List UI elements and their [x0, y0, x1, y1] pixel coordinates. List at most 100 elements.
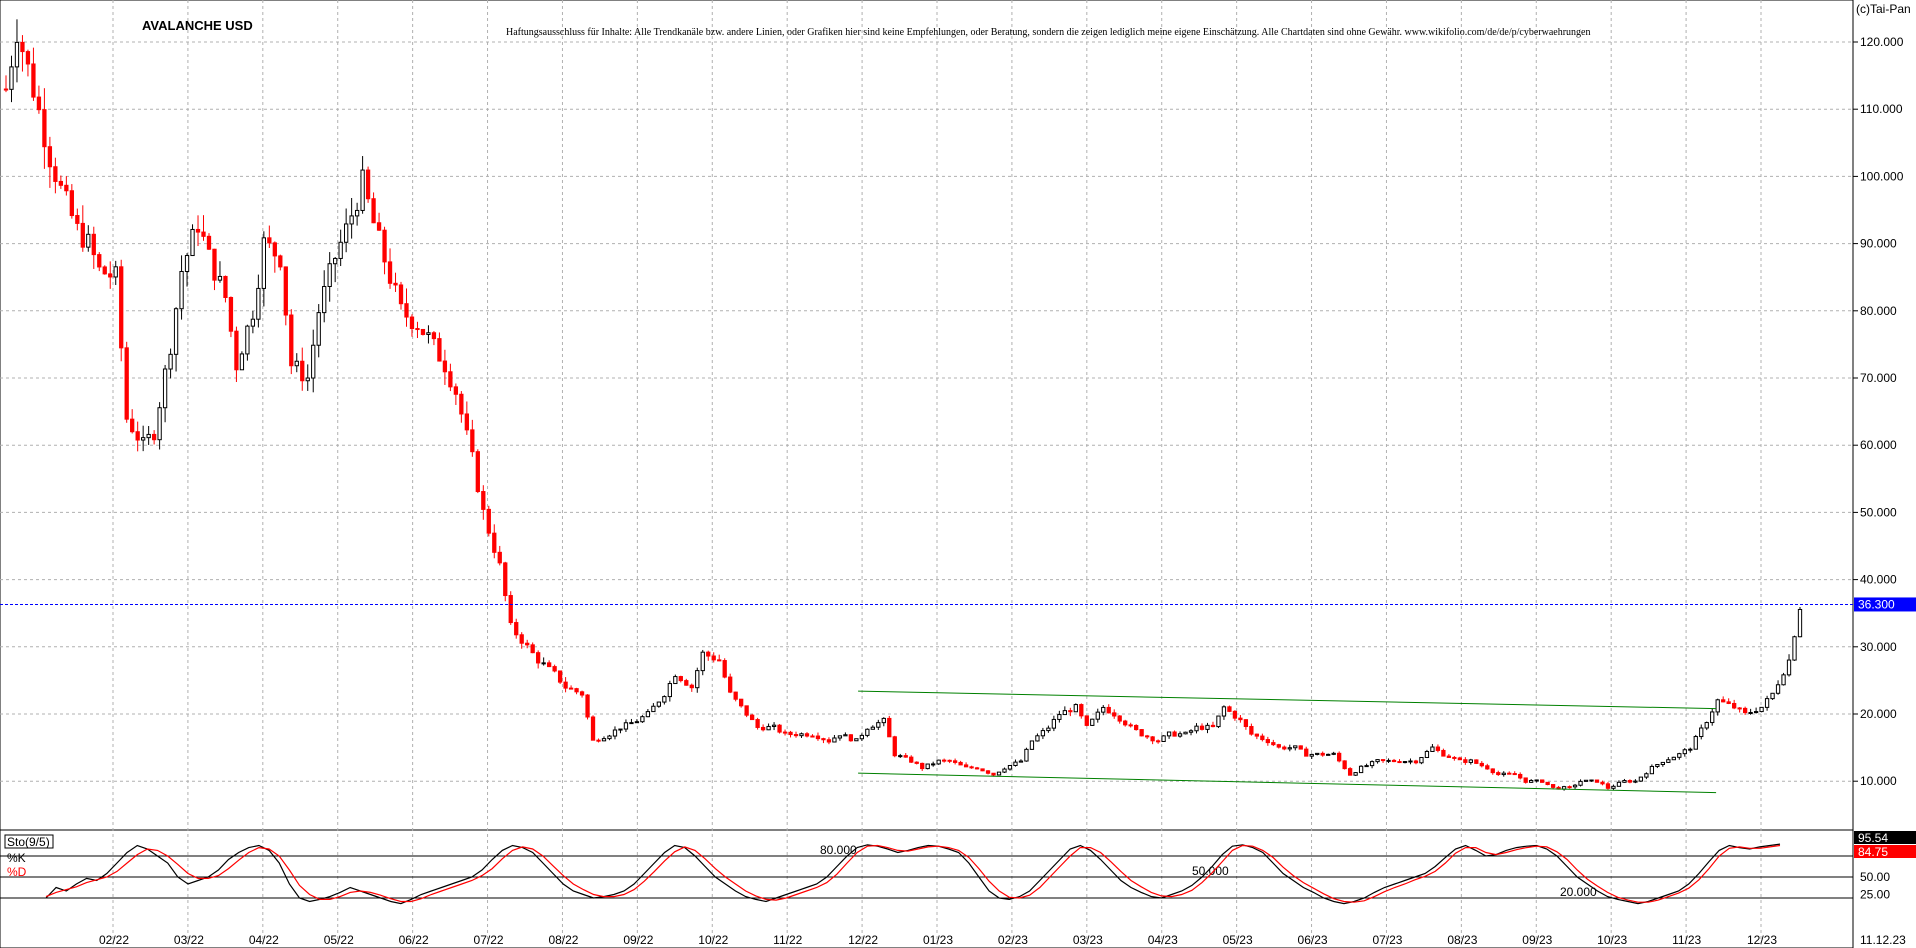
- candle-body: [503, 562, 508, 597]
- candle-body: [1331, 752, 1336, 755]
- candle-body: [1221, 706, 1227, 717]
- candle-body: [1326, 753, 1331, 756]
- candle-body: [1715, 699, 1720, 713]
- candle-body: [25, 51, 31, 65]
- candle-body: [168, 353, 173, 370]
- candle-body: [958, 761, 963, 766]
- candle-body: [799, 733, 804, 737]
- candle-body: [1594, 779, 1600, 783]
- candle-body: [1139, 729, 1144, 737]
- candle-body: [1029, 740, 1035, 750]
- candle-body: [267, 237, 272, 244]
- candle-body: [777, 724, 782, 733]
- candle-body: [788, 731, 793, 736]
- candle-body: [1583, 779, 1589, 782]
- candle-body: [398, 284, 404, 305]
- candle-body: [1210, 724, 1216, 728]
- indicator-name: Sto(9/5): [7, 835, 50, 849]
- candle-body: [536, 652, 541, 664]
- candle-body: [942, 759, 947, 762]
- candle-body: [492, 532, 497, 553]
- candle-body: [1786, 659, 1792, 676]
- candle-body: [920, 762, 925, 770]
- candle-body: [974, 767, 980, 770]
- candle-body: [256, 287, 261, 320]
- y-tick-label: 30.000: [1860, 640, 1897, 654]
- x-tick-label: 02/23: [998, 933, 1028, 947]
- candle-body: [1112, 712, 1117, 717]
- candle-body: [108, 273, 113, 278]
- candle-body: [376, 222, 382, 231]
- x-tick-label: 10/23: [1597, 933, 1627, 947]
- candle-body: [404, 303, 409, 318]
- candle-body: [426, 332, 431, 335]
- y-tick-label: 120.000: [1860, 35, 1904, 49]
- stoch-y-tick: 25.00: [1860, 888, 1890, 902]
- candle-body: [530, 644, 535, 654]
- level-label: 50.000: [1192, 864, 1229, 878]
- candle-body: [1287, 747, 1292, 750]
- y-tick-label: 20.000: [1860, 707, 1897, 721]
- candle-body: [1232, 710, 1238, 719]
- candle-body: [568, 687, 574, 690]
- candle-body: [525, 642, 530, 646]
- candle-body: [519, 634, 524, 644]
- candle-body: [53, 166, 58, 182]
- candle-body: [130, 418, 135, 433]
- candle-body: [936, 759, 941, 765]
- candle-body: [1144, 735, 1150, 738]
- candle-body: [1753, 711, 1759, 714]
- candle-body: [898, 755, 903, 758]
- candle-body: [1699, 727, 1704, 738]
- candle-body: [1441, 749, 1446, 757]
- candle-body: [1353, 772, 1358, 776]
- candle-body: [815, 735, 821, 740]
- y-tick-label: 50.000: [1860, 505, 1897, 519]
- candle-body: [1523, 777, 1528, 783]
- candle-body: [1704, 722, 1709, 729]
- candle-body: [771, 724, 777, 727]
- candle-body: [1737, 707, 1742, 710]
- candle-body: [201, 231, 206, 237]
- candle-body: [322, 285, 327, 314]
- candle-body: [1567, 786, 1572, 789]
- candle-body: [1007, 764, 1013, 770]
- candle-body: [563, 681, 568, 689]
- candle-body: [1485, 765, 1490, 770]
- x-tick-label: 08/22: [548, 933, 578, 947]
- candle-body: [782, 731, 788, 734]
- last-k-label: 95.54: [1858, 831, 1888, 845]
- stoch-y-tick: 50.00: [1860, 870, 1890, 884]
- candle-body: [1435, 746, 1441, 751]
- candle-body: [1018, 760, 1024, 763]
- candle-body: [311, 344, 316, 379]
- candle-body: [1644, 773, 1649, 778]
- candle-body: [909, 756, 914, 763]
- candle-body: [837, 735, 843, 739]
- candle-body: [870, 726, 875, 730]
- candle-body: [1265, 739, 1270, 744]
- candle-body: [1655, 764, 1660, 767]
- candle-body: [1512, 773, 1517, 776]
- candle-body: [1320, 752, 1325, 756]
- candle-body: [1534, 779, 1539, 782]
- candle-body: [739, 698, 744, 707]
- candle-body: [1369, 761, 1375, 767]
- candle-body: [601, 738, 607, 742]
- candle-body: [409, 316, 415, 330]
- candle-body: [1452, 756, 1457, 759]
- candle-body: [931, 763, 936, 766]
- candle-body: [349, 215, 354, 225]
- candle-body: [700, 651, 705, 672]
- candle-body: [1501, 772, 1506, 776]
- candle-body: [1578, 780, 1583, 786]
- candle-body: [365, 169, 371, 200]
- candle-body: [1134, 724, 1139, 731]
- candle-body: [289, 314, 294, 367]
- candle-body: [1150, 736, 1155, 742]
- candle-body: [925, 763, 930, 770]
- candle-body: [283, 266, 288, 316]
- candle-body: [607, 735, 612, 740]
- candle-body: [1128, 724, 1133, 727]
- x-tick-label: 08/23: [1447, 933, 1477, 947]
